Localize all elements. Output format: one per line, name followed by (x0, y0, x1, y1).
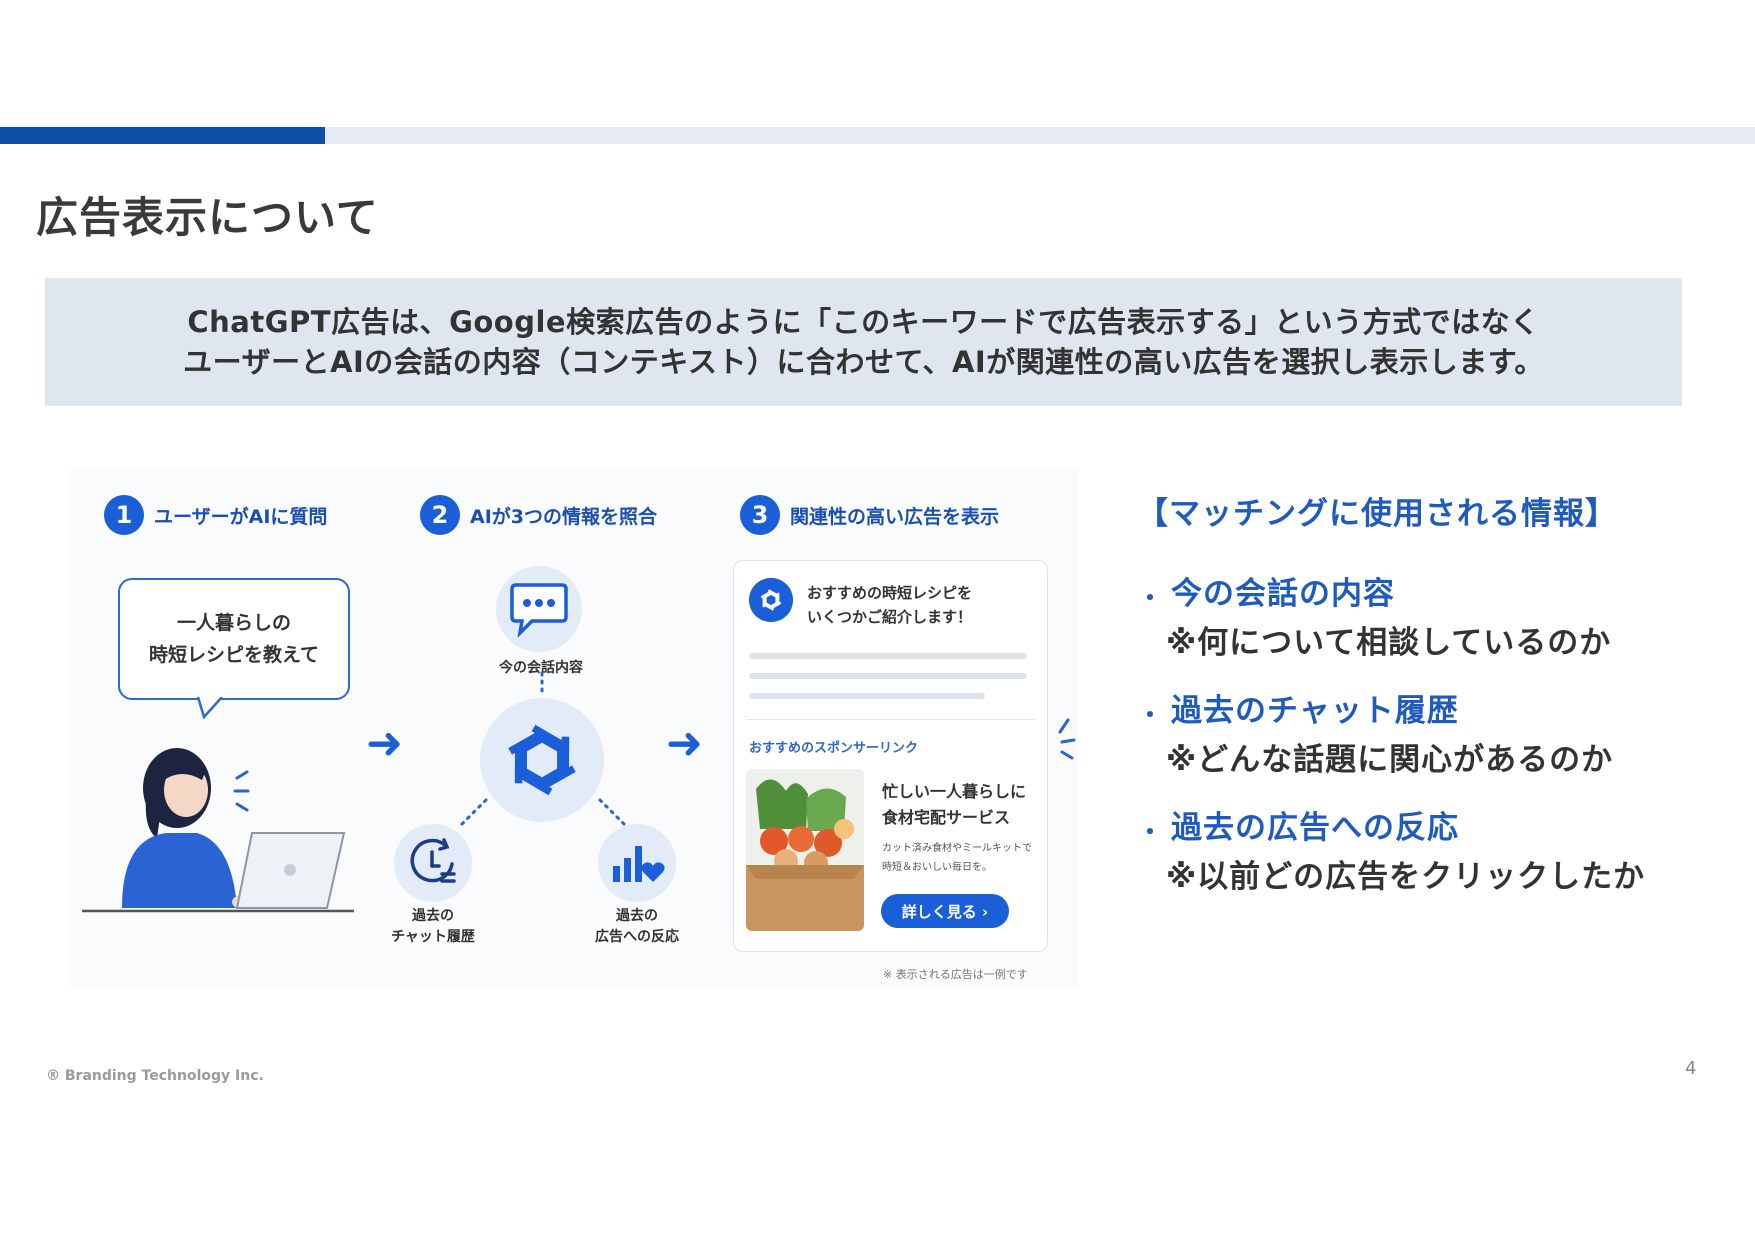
matching-item-note: ※何について相談しているのか (1166, 625, 1612, 661)
matching-item-heading: ・過去の広告への反応 (1138, 810, 1459, 846)
ai-logo-icon (480, 698, 604, 822)
summary-line-1: ChatGPT広告は、Google検索広告のように「このキーワードで広告表示する… (187, 305, 1540, 339)
text-placeholder-line (749, 673, 1027, 679)
summary-box: ChatGPT広告は、Google検索広告のように「このキーワードで広告表示する… (45, 278, 1682, 406)
history-label: 過去の チャット履歴 (391, 908, 475, 945)
matching-title: 【マッチングに使用される情報】 (1137, 496, 1617, 532)
assistant-message: おすすめの時短レシピを いくつかご紹介します！ (807, 584, 973, 626)
sponsor-label: おすすめのスポンサーリンク (749, 741, 919, 756)
ad-description: カット済み食材やミールキットで 時短＆おいしい毎日を。 (882, 843, 1032, 873)
card-divider (746, 719, 1035, 720)
matching-item-note: ※以前どの広告をクリックしたか (1166, 859, 1646, 895)
reaction-source-icon (598, 824, 676, 902)
matching-item: ・過去のチャット履歴 ※どんな話題に関心があるのか (1138, 685, 1613, 779)
matching-item-note: ※どんな話題に関心があるのか (1166, 742, 1614, 778)
food-box-image (746, 769, 864, 931)
page-title: 広告表示について (36, 193, 379, 242)
summary-line-2: ユーザーとAIの会話の内容（コンテキスト）に合わせて、AIが関連性の高い広告を選… (183, 345, 1544, 379)
matching-item: ・今の会話の内容 ※何について相談しているのか (1138, 568, 1611, 662)
matching-item-heading: ・今の会話の内容 (1138, 576, 1395, 612)
ad-example-card: おすすめの時短レシピを いくつかご紹介します！ おすすめのスポンサーリンク 忙し… (733, 560, 1048, 952)
matching-item-heading: ・過去のチャット履歴 (1138, 693, 1459, 729)
copyright: ® Branding Technology Inc. (46, 1068, 264, 1084)
text-placeholder-line (749, 653, 1027, 659)
header-accent (0, 127, 325, 144)
page-number: 4 (1685, 1058, 1697, 1079)
assistant-avatar-icon (748, 577, 794, 623)
ad-flow-illustration: 1 ユーザーがAIに質問 2 AIが3つの情報を照合 3 関連性の高い広告を表示… (68, 468, 1078, 988)
header-bar (0, 127, 1755, 144)
text-placeholder-line (749, 693, 985, 699)
reaction-label: 過去の 広告への反応 (595, 908, 679, 945)
ad-title: 忙しい一人暮らしに 食材宅配サービス (882, 782, 1027, 827)
matching-item: ・過去の広告への反応 ※以前どの広告をクリックしたか (1138, 802, 1645, 896)
ad-details-button[interactable]: 詳しく見る › (881, 894, 1009, 928)
history-source-icon (394, 824, 472, 902)
example-disclaimer: ※ 表示される広告は一例です (883, 968, 1028, 981)
signal-lines-icon (1058, 718, 1076, 760)
